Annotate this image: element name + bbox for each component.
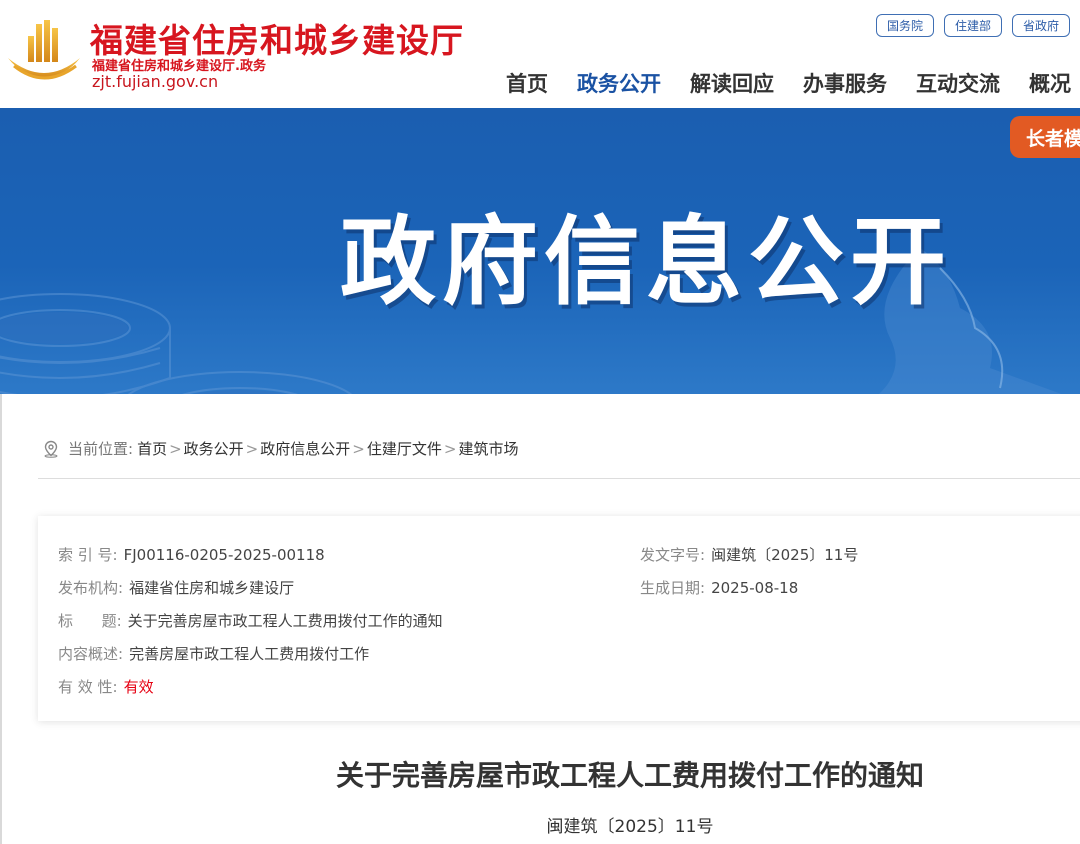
toplink-province-gov[interactable]: 省政府 [1011, 14, 1070, 37]
nav-overview[interactable]: 概况 [1029, 68, 1071, 98]
meta-index-no-label: 索 引 号: [58, 546, 118, 564]
meta-date-label: 生成日期: [640, 579, 706, 597]
nav-interaction[interactable]: 互动交流 [916, 68, 1000, 98]
document-number: 闽建筑〔2025〕11号 [546, 817, 714, 837]
nav-interpretation[interactable]: 解读回应 [690, 68, 774, 98]
breadcrumb-separator: > [245, 439, 259, 458]
breadcrumb-gov-affairs[interactable]: 政务公开 [184, 438, 244, 459]
nav-home[interactable]: 首页 [506, 68, 548, 98]
meta-doc-no: 发文字号: 闽建筑〔2025〕11号 [640, 544, 858, 565]
meta-validity-value: 有效 [123, 678, 154, 696]
breadcrumb-separator: > [443, 439, 457, 458]
breadcrumb-construction-market[interactable]: 建筑市场 [458, 438, 518, 459]
document-title: 关于完善房屋市政工程人工费用拨付工作的通知 [335, 759, 924, 792]
meta-summary-label: 内容概述: [58, 645, 124, 663]
meta-title-label: 标 题: [58, 612, 122, 630]
meta-summary: 内容概述: 完善房屋市政工程人工费用拨付工作 [58, 643, 369, 664]
top-links: 国务院 住建部 省政府 [875, 14, 1070, 37]
breadcrumb-divider [38, 478, 1080, 479]
meta-date: 生成日期: 2025-08-18 [640, 577, 798, 598]
main-nav: 首页 政务公开 解读回应 办事服务 互动交流 概况 [506, 68, 1071, 98]
meta-index-no: 索 引 号: FJ00116-0205-2025-00118 [58, 544, 325, 565]
location-pin-icon [44, 440, 58, 458]
meta-publisher-value: 福建省住房和城乡建设厅 [129, 579, 295, 597]
meta-summary-value: 完善房屋市政工程人工费用拨付工作 [129, 645, 370, 663]
nav-services[interactable]: 办事服务 [803, 68, 887, 98]
tulou-illustration [0, 293, 353, 394]
nav-gov-affairs[interactable]: 政务公开 [577, 68, 661, 98]
toplink-mohurd[interactable]: 住建部 [943, 14, 1002, 37]
banner-title: 政府信息公开 [340, 206, 952, 318]
meta-title-value: 关于完善房屋市政工程人工费用拨付工作的通知 [127, 612, 443, 630]
breadcrumb-label: 当前位置: [68, 440, 134, 458]
breadcrumb-separator: > [169, 439, 182, 458]
meta-publisher: 发布机构: 福建省住房和城乡建设厅 [58, 577, 294, 598]
content-area: 当前位置: 首页 > 政务公开 > 政府信息公开 > 住建厅文件 > 建筑市场 … [0, 394, 1080, 844]
document-meta-card: 索 引 号: FJ00116-0205-2025-00118 发文字号: 闽建筑〔2… [38, 516, 1080, 721]
elder-mode-button[interactable]: 长者模式 [1010, 116, 1080, 158]
fujian-emblem-logo[interactable] [6, 18, 82, 88]
meta-validity: 有 效 性: 有效 [58, 676, 154, 697]
meta-validity-label: 有 效 性: [58, 678, 118, 696]
banner: 政府信息公开 长者模式 [0, 108, 1080, 394]
breadcrumb: 当前位置: 首页 > 政务公开 > 政府信息公开 > 住建厅文件 > 建筑市场 [42, 438, 518, 459]
meta-doc-no-label: 发文字号: [640, 546, 706, 564]
breadcrumb-dept-docs[interactable]: 住建厅文件 [367, 438, 442, 459]
meta-publisher-label: 发布机构: [58, 579, 124, 597]
meta-title: 标 题: 关于完善房屋市政工程人工费用拨付工作的通知 [58, 610, 443, 631]
breadcrumb-home[interactable]: 首页 [137, 438, 167, 459]
meta-doc-no-value: 闽建筑〔2025〕11号 [711, 546, 859, 564]
toplink-state-council[interactable]: 国务院 [875, 14, 934, 37]
breadcrumb-separator: > [352, 439, 365, 458]
meta-index-no-value: FJ00116-0205-2025-00118 [123, 546, 325, 564]
site-domain: zjt.fujian.gov.cn [92, 72, 219, 91]
meta-date-value: 2025-08-18 [711, 579, 799, 597]
site-header: 福建省住房和城乡建设厅 福建省住房和城乡建设厅.政务 zjt.fujian.go… [0, 0, 1080, 108]
breadcrumb-gov-info[interactable]: 政府信息公开 [260, 438, 350, 459]
